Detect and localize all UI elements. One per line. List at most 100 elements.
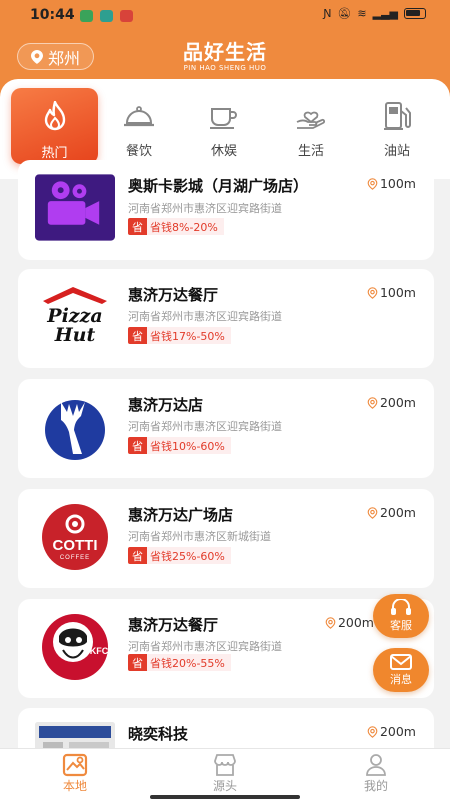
location-selector[interactable]: 郑州 <box>17 43 94 70</box>
map-icon <box>62 753 88 777</box>
wifi-icon: ≋ <box>357 7 367 20</box>
location-pin-icon <box>30 49 43 64</box>
category-label: 餐饮 <box>125 144 152 159</box>
category-label: 休娱 <box>210 144 237 159</box>
store-address: 河南省郑州市惠济区迎宾路街道 <box>128 640 282 653</box>
store-address: 河南省郑州市惠济区迎宾路街道 <box>128 420 282 433</box>
save-badge: 省 <box>128 218 147 235</box>
store-name: 奥斯卡影城（月湖广场店） <box>128 177 309 195</box>
location-pin-icon <box>367 286 378 299</box>
discount-text: 省钱10%-60% <box>147 437 231 454</box>
logo-text-hut: Hut <box>54 324 96 346</box>
tab-mine[interactable]: 我的 <box>336 753 416 794</box>
discount-text: 省钱8%-20% <box>147 218 224 235</box>
store-card[interactable]: COTTI COFFEE 惠济万达广场店 200m 河南省郑州市惠济区新城街道 省… <box>18 489 434 588</box>
store-card[interactable]: KFC 惠济万达餐厅 200m 河南省郑州市惠济区迎宾路街道 省 省钱20%-5… <box>18 599 434 698</box>
save-badge: 省 <box>128 547 147 564</box>
store-address: 河南省郑州市惠济区迎宾路街道 <box>128 310 282 323</box>
store-distance-value: 100m <box>379 285 416 300</box>
gas-pump-icon <box>380 99 414 132</box>
category-gas-station[interactable]: 油站 <box>362 79 432 159</box>
store-distance: 200m <box>367 505 416 520</box>
brand-subtitle: PIN HAO SHENG HUO <box>183 64 267 72</box>
store-distance: 200m <box>367 724 416 739</box>
store-logo-movie-camera <box>35 174 115 241</box>
save-badge: 省 <box>128 654 147 671</box>
store-name: 惠济万达广场店 <box>128 506 234 524</box>
notification-icon <box>80 10 93 22</box>
customer-service-label: 客服 <box>390 619 412 632</box>
category-label: 油站 <box>383 144 410 159</box>
store-address: 河南省郑州市惠济区迎宾路街道 <box>128 202 282 215</box>
store-distance-value: 200m <box>379 505 416 520</box>
notification-icon <box>120 10 133 22</box>
logo-text-kfc: KFC <box>90 646 109 656</box>
status-icons: Ɲ 🔕︎ ≋ ▂▃▅ <box>323 7 426 20</box>
brand-logo: 品好生活 PIN HAO SHENG HUO <box>175 36 275 72</box>
notification-icon <box>100 10 113 22</box>
location-pin-icon <box>367 177 378 190</box>
store-card[interactable]: Pizza Hut 惠济万达餐厅 100m 河南省郑州市惠济区迎宾路街道 省 省钱… <box>18 269 434 368</box>
battery-icon <box>404 8 426 19</box>
save-badge: 省 <box>128 437 147 454</box>
store-distance-value: 200m <box>337 615 374 630</box>
discount-text: 省钱20%-55% <box>147 654 231 671</box>
store-distance: 200m <box>325 615 374 630</box>
mute-icon: 🔕︎ <box>337 7 352 20</box>
store-logo-deer <box>35 394 115 460</box>
location-pin-icon <box>367 506 378 519</box>
store-logo-cotti-coffee: COTTI COFFEE <box>35 504 115 570</box>
discount-tag: 省 省钱10%-60% <box>128 437 231 454</box>
discount-text: 省钱25%-60% <box>147 547 231 564</box>
bottom-tab-bar: 本地 源头 我的 <box>0 748 450 800</box>
location-pin-icon <box>325 616 336 629</box>
location-pin-icon <box>367 396 378 409</box>
customer-service-button[interactable]: 客服 <box>373 594 429 638</box>
discount-tag: 省 省钱20%-55% <box>128 654 231 671</box>
envelope-icon <box>390 654 412 670</box>
discount-text: 省钱17%-50% <box>147 327 231 344</box>
status-time: 10:44 <box>30 7 75 23</box>
hand-heart-icon <box>294 99 328 132</box>
tab-local[interactable]: 本地 <box>35 753 115 794</box>
tab-label: 源头 <box>212 779 237 793</box>
shop-icon <box>214 754 236 776</box>
store-name: 惠济万达餐厅 <box>128 616 219 634</box>
save-badge: 省 <box>128 327 147 344</box>
store-distance-value: 200m <box>379 395 416 410</box>
discount-tag: 省 省钱17%-50% <box>128 327 231 344</box>
discount-tag: 省 省钱8%-20% <box>128 218 224 235</box>
headset-icon <box>391 599 411 615</box>
tab-source[interactable]: 源头 <box>185 753 265 794</box>
person-icon <box>366 754 386 776</box>
store-distance-value: 200m <box>379 724 416 739</box>
nfc-icon: Ɲ <box>323 7 332 20</box>
store-distance: 200m <box>367 395 416 410</box>
store-card[interactable]: 惠济万达店 200m 河南省郑州市惠济区迎宾路街道 省 省钱10%-60% <box>18 379 434 478</box>
store-address: 河南省郑州市惠济区新城街道 <box>128 530 271 543</box>
message-button[interactable]: 消息 <box>373 648 429 692</box>
category-label: 热门 <box>41 146 68 161</box>
coffee-cup-icon <box>207 99 241 132</box>
category-leisure[interactable]: 休娱 <box>189 79 259 159</box>
category-label: 生活 <box>297 144 324 159</box>
category-life[interactable]: 生活 <box>276 79 346 159</box>
signal-icon: ▂▃▅ <box>372 7 398 20</box>
status-bar: 10:44 Ɲ 🔕︎ ≋ ▂▃▅ <box>0 0 450 34</box>
store-name: 惠济万达店 <box>128 396 204 414</box>
store-card[interactable]: 奥斯卡影城（月湖广场店） 100m 河南省郑州市惠济区迎宾路街道 省 省钱8%-… <box>18 160 434 260</box>
tab-label: 本地 <box>62 779 87 793</box>
tab-label: 我的 <box>363 779 388 793</box>
logo-text-cotti: COTTI <box>53 537 98 554</box>
home-indicator <box>150 795 300 799</box>
category-hot[interactable]: 热门 <box>11 88 98 164</box>
store-distance-value: 100m <box>379 176 416 191</box>
location-label: 郑州 <box>47 48 80 68</box>
store-distance: 100m <box>367 176 416 191</box>
category-dining[interactable]: 餐饮 <box>104 79 174 159</box>
message-label: 消息 <box>390 673 412 686</box>
fire-icon <box>38 100 72 134</box>
store-logo-kfc: KFC <box>35 614 115 680</box>
store-distance: 100m <box>367 285 416 300</box>
discount-tag: 省 省钱25%-60% <box>128 547 231 564</box>
